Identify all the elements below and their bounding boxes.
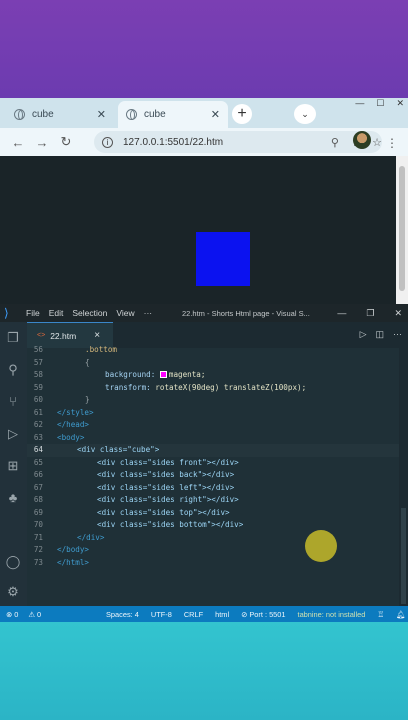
feedback-icon[interactable]: ♖ (377, 610, 384, 619)
explorer-icon[interactable]: ❐ (5, 330, 21, 346)
window-controls: — ☐ ✕ (355, 98, 404, 110)
window-title: 22.htm - Shorts Html page - Visual S... (182, 308, 310, 318)
scrollbar-thumb[interactable] (401, 508, 406, 604)
activity-bar: ❐ ⚲ ⑂ ▷ ⊞ ♣ ◯ ⚙ (0, 322, 27, 606)
code-line: 61 </style> (33, 407, 94, 417)
vscode-titlebar: ⟩ File Edit Selection View ··· 22.htm - … (0, 304, 408, 322)
split-editor-icon[interactable]: ◫ (375, 329, 384, 340)
code-line: 67 <div class="sides left"></div> (33, 482, 235, 492)
eol-status[interactable]: CRLF (184, 610, 203, 619)
zoom-icon[interactable]: ⚲ (331, 136, 339, 149)
tabnine-status[interactable]: tabnine: not installed (298, 610, 366, 619)
extensions-icon[interactable]: ⊞ (5, 458, 21, 474)
top-background-band (0, 0, 408, 98)
page-scrollbar[interactable] (396, 156, 408, 304)
code-line: 68 <div class="sides right"></div> (33, 495, 239, 504)
maximize-button[interactable]: ☐ (376, 98, 384, 110)
code-editor[interactable]: 56 .bottom 57{ 58 background: magenta; 59 t… (27, 345, 399, 606)
code-line: 73 </html> (33, 557, 90, 567)
errors-count[interactable]: ⊗ 0 (6, 610, 18, 619)
restore-button[interactable]: ❐ (366, 308, 374, 319)
vscode-window: ⟩ File Edit Selection View ··· 22.htm - … (0, 304, 408, 622)
search-icon[interactable]: ⚲ (5, 362, 21, 378)
chevron-down-icon[interactable]: ⌄ (294, 104, 316, 124)
source-control-icon[interactable]: ⑂ (5, 394, 21, 410)
reload-icon[interactable]: ↻ (54, 134, 78, 150)
vscode-window-controls: — ❐ ✕ (337, 308, 402, 319)
menu-more[interactable]: ··· (144, 308, 153, 318)
minimize-button[interactable]: — (337, 308, 346, 319)
url-text: 127.0.0.1:5501/22.htm (123, 136, 224, 148)
encoding-status[interactable]: UTF-8 (151, 610, 172, 619)
browser-toolbar: ← → ↻ i 127.0.0.1:5501/22.htm ⚲ ⇪ ☆ (0, 128, 408, 156)
menu-selection[interactable]: Selection (72, 308, 107, 318)
close-icon[interactable]: ✕ (211, 108, 220, 121)
code-line: 58 background: magenta; (33, 370, 206, 379)
info-icon[interactable]: i (102, 136, 113, 148)
new-tab-button[interactable]: + (232, 104, 252, 124)
more-actions-icon[interactable]: ··· (393, 329, 402, 340)
code-line: 63 <body> (33, 432, 85, 442)
python-icon[interactable]: ♣ (5, 490, 21, 506)
code-line: 62 </head> (33, 420, 90, 429)
vscode-logo-icon: ⟩ (4, 306, 9, 320)
code-line: 71 </div> (33, 532, 105, 542)
code-line: 56 .bottom (33, 345, 118, 354)
tab-title: cube (144, 109, 166, 120)
code-line: 57{ (33, 357, 90, 367)
close-icon[interactable]: ✕ (97, 108, 106, 121)
run-icon[interactable]: ▷ (360, 329, 367, 340)
status-bar: ⊗ 0 ⚠ 0 Spaces: 4 UTF-8 CRLF html ⊘ Port… (0, 606, 408, 622)
notifications-icon[interactable]: 🔔︎ (396, 610, 405, 619)
run-debug-icon[interactable]: ▷ (5, 426, 21, 442)
code-line: 60} (33, 395, 90, 404)
browser-window: cube ✕ cube ✕ + ⌄ — ☐ ✕ ← → ↻ i 127.0.0.… (0, 98, 408, 304)
bottom-background-band (0, 622, 408, 720)
account-icon[interactable]: ◯ (5, 554, 21, 570)
rendered-cube (196, 232, 250, 286)
globe-icon (126, 109, 137, 120)
close-icon[interactable]: × (94, 330, 100, 341)
editor-tab-label: 22.htm (50, 330, 77, 341)
editor-actions: ▷ ◫ ··· (360, 329, 402, 340)
code-line: 69 <div class="sides top"></div> (33, 507, 230, 517)
minimize-button[interactable]: — (355, 98, 364, 110)
page-viewport (0, 156, 396, 304)
menu-edit[interactable]: Edit (49, 308, 64, 318)
browser-tab-1[interactable]: cube ✕ (6, 101, 114, 128)
code-line: 70 <div class="sides bottom"></div> (33, 520, 244, 529)
indentation-status[interactable]: Spaces: 4 (106, 610, 139, 619)
back-icon[interactable]: ← (6, 135, 30, 150)
menu-file[interactable]: File (26, 308, 40, 318)
more-menu-icon[interactable]: ⋮ (386, 136, 398, 150)
menu-view[interactable]: View (116, 308, 134, 318)
close-window-button[interactable]: ✕ (394, 308, 402, 319)
editor-scrollbar[interactable] (399, 348, 408, 606)
code-line: 66 <div class="sides back"></div> (33, 470, 235, 479)
gear-icon[interactable]: ⚙ (5, 584, 21, 600)
bookmark-star-icon[interactable]: ☆ (372, 136, 382, 149)
forward-icon[interactable]: → (30, 135, 54, 150)
code-line: 65 <div class="sides front"></div> (33, 457, 239, 467)
pointer-highlight (305, 530, 337, 562)
browser-tabstrip: cube ✕ cube ✕ + ⌄ — ☐ ✕ (0, 98, 408, 128)
tab-title: cube (32, 109, 54, 120)
code-line-current: 64 <div class="cube"> (27, 444, 399, 457)
warnings-count[interactable]: ⚠ 0 (28, 610, 41, 619)
code-line: 72 </body> (33, 545, 90, 554)
color-swatch[interactable] (159, 371, 167, 378)
scrollbar-thumb[interactable] (399, 166, 405, 291)
code-line: 59 transform: rotateX(90deg) translateZ(1… (33, 382, 307, 392)
browser-tab-2[interactable]: cube ✕ (118, 101, 228, 128)
html-file-icon: <> (37, 332, 46, 339)
close-window-button[interactable]: ✕ (396, 98, 404, 110)
profile-avatar[interactable] (353, 131, 371, 149)
globe-icon (14, 109, 25, 120)
language-mode[interactable]: html (215, 610, 229, 619)
live-server-port[interactable]: ⊘ Port : 5501 (241, 610, 285, 619)
address-bar[interactable]: i 127.0.0.1:5501/22.htm ⚲ ⇪ ☆ (94, 131, 382, 153)
